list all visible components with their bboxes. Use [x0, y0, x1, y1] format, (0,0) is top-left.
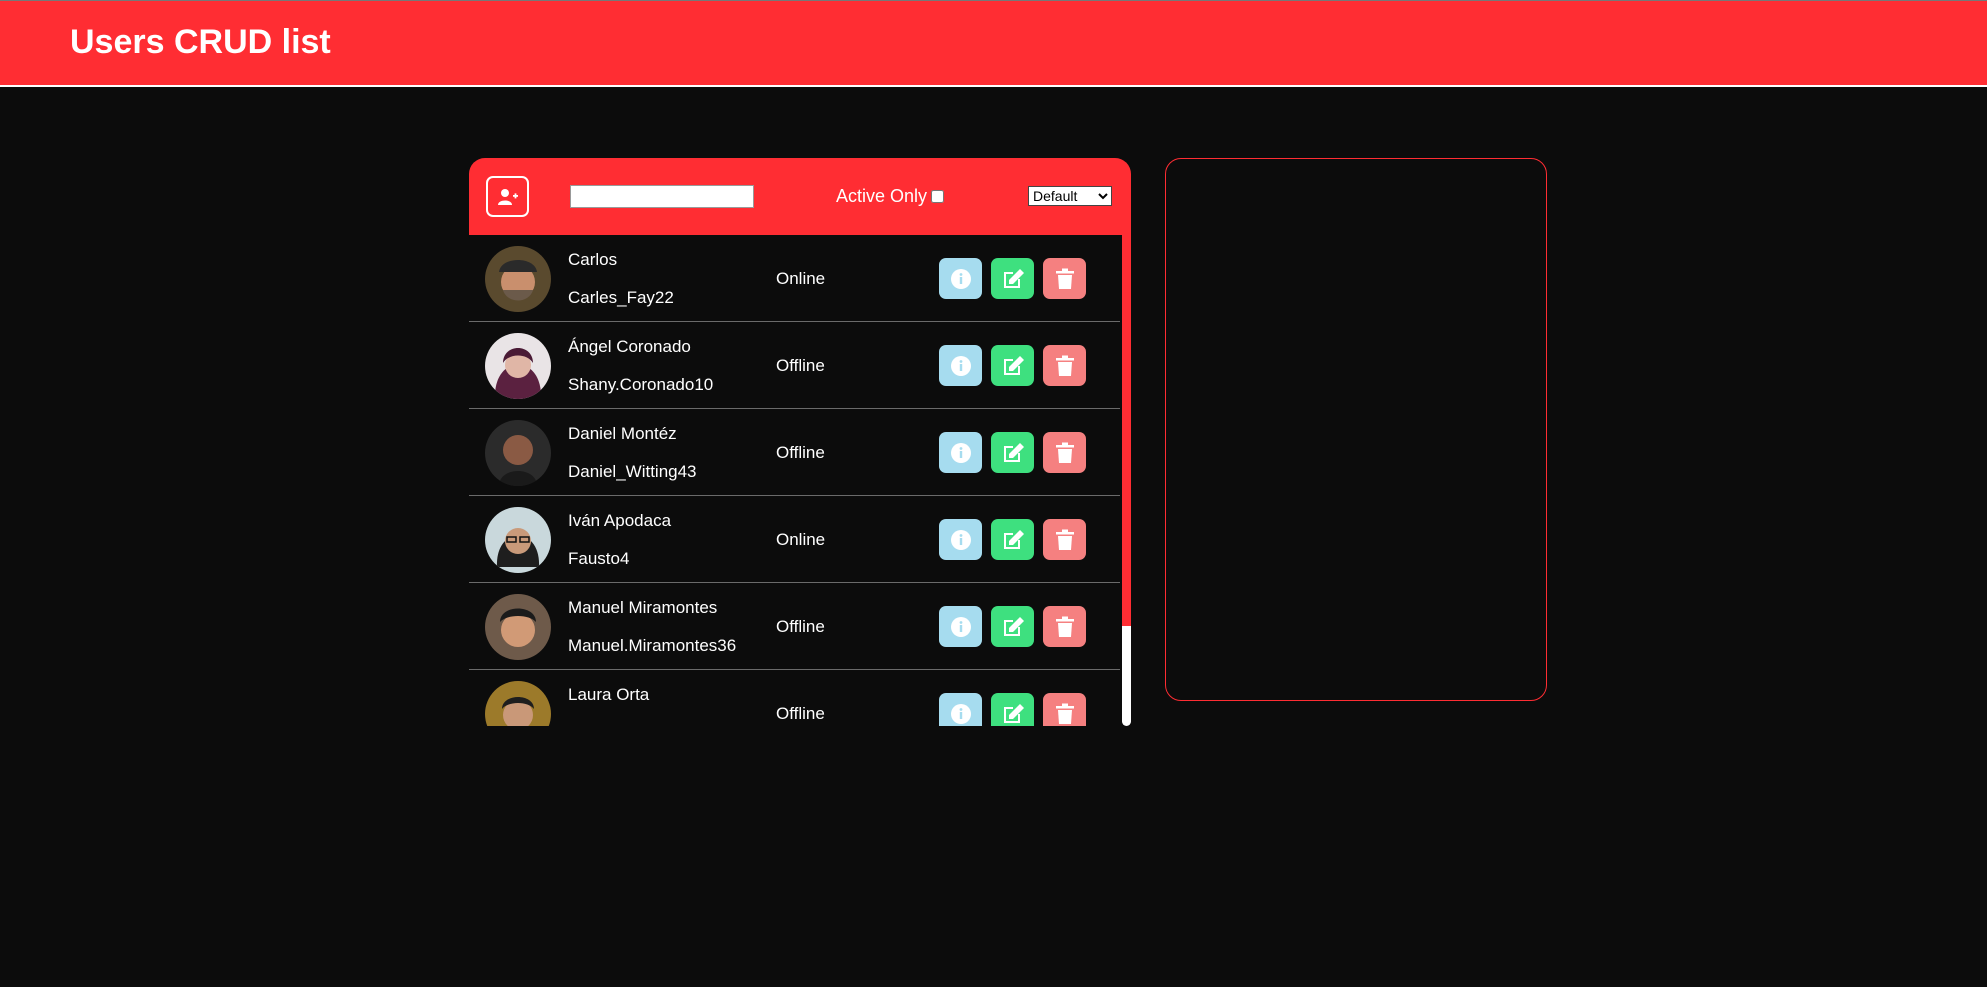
info-icon — [950, 442, 971, 463]
info-button[interactable] — [939, 432, 982, 473]
scrollbar-thumb[interactable] — [1122, 235, 1131, 626]
trash-icon — [1055, 442, 1074, 463]
users-panel: Active Only Default Carlos Carles_Fay22 … — [469, 158, 1131, 726]
user-status: Offline — [776, 356, 825, 375]
trash-icon — [1055, 616, 1074, 637]
info-button[interactable] — [939, 519, 982, 560]
delete-button[interactable] — [1043, 432, 1086, 473]
user-handle: Manuel.Miramontes36 — [568, 636, 737, 655]
info-button[interactable] — [939, 693, 982, 726]
active-only-filter[interactable]: Active Only — [836, 186, 945, 207]
active-only-label: Active Only — [836, 186, 928, 206]
avatar — [485, 420, 551, 486]
info-icon — [950, 268, 971, 289]
avatar — [485, 681, 551, 726]
edit-icon — [1003, 355, 1024, 375]
list-item: Carlos Carles_Fay22 Online — [469, 235, 1120, 322]
edit-icon — [1003, 616, 1024, 636]
avatar — [485, 246, 551, 312]
user-name: Laura Orta — [568, 685, 650, 704]
user-handle: Daniel_Witting43 — [568, 462, 697, 481]
delete-button[interactable] — [1043, 606, 1086, 647]
edit-icon — [1003, 703, 1024, 723]
users-list[interactable]: Carlos Carles_Fay22 Online Ángel Coronad… — [469, 235, 1131, 726]
trash-icon — [1055, 703, 1074, 724]
search-input[interactable] — [570, 185, 754, 208]
list-item: Manuel Miramontes Manuel.Miramontes36 Of… — [469, 583, 1120, 670]
info-button[interactable] — [939, 258, 982, 299]
info-button[interactable] — [939, 606, 982, 647]
user-handle: Carles_Fay22 — [568, 288, 674, 307]
delete-button[interactable] — [1043, 258, 1086, 299]
users-toolbar: Active Only Default — [469, 158, 1131, 235]
trash-icon — [1055, 355, 1074, 376]
edit-icon — [1003, 442, 1024, 462]
edit-button[interactable] — [991, 432, 1034, 473]
edit-icon — [1003, 529, 1024, 549]
edit-button[interactable] — [991, 693, 1034, 726]
delete-button[interactable] — [1043, 345, 1086, 386]
user-name: Manuel Miramontes — [568, 598, 718, 617]
edit-button[interactable] — [991, 258, 1034, 299]
app-header: Users CRUD list — [0, 0, 1987, 87]
user-status: Online — [776, 530, 826, 549]
edit-button[interactable] — [991, 345, 1034, 386]
delete-button[interactable] — [1043, 693, 1086, 726]
info-icon — [950, 355, 971, 376]
list-item: Iván Apodaca Fausto4 Online — [469, 496, 1120, 583]
user-name: Carlos — [568, 250, 618, 269]
trash-icon — [1055, 529, 1074, 550]
list-item: Laura Orta Offline — [469, 670, 1120, 726]
user-detail-panel — [1165, 158, 1547, 701]
user-status: Online — [776, 269, 826, 288]
edit-button[interactable] — [991, 519, 1034, 560]
info-button[interactable] — [939, 345, 982, 386]
page-title: Users CRUD list — [70, 23, 331, 61]
info-icon — [950, 616, 971, 637]
trash-icon — [1055, 268, 1074, 289]
avatar — [485, 333, 551, 399]
user-status: Offline — [776, 704, 825, 723]
edit-icon — [1003, 268, 1024, 288]
user-status: Offline — [776, 617, 825, 636]
add-user-button[interactable] — [486, 176, 529, 217]
user-handle: Shany.Coronado10 — [568, 375, 714, 394]
active-only-checkbox[interactable] — [931, 190, 945, 203]
info-icon — [950, 703, 971, 724]
user-name: Ángel Coronado — [568, 337, 691, 356]
list-item: Ángel Coronado Shany.Coronado10 Offline — [469, 322, 1120, 409]
sort-select[interactable]: Default — [1028, 186, 1112, 206]
user-status: Offline — [776, 443, 825, 462]
user-name: Iván Apodaca — [568, 511, 672, 530]
info-icon — [950, 529, 971, 550]
list-item: Daniel Montéz Daniel_Witting43 Offline — [469, 409, 1120, 496]
user-plus-icon — [497, 188, 518, 205]
avatar — [485, 507, 551, 573]
avatar — [485, 594, 551, 660]
delete-button[interactable] — [1043, 519, 1086, 560]
edit-button[interactable] — [991, 606, 1034, 647]
user-name: Daniel Montéz — [568, 424, 677, 443]
user-handle: Fausto4 — [568, 549, 630, 568]
